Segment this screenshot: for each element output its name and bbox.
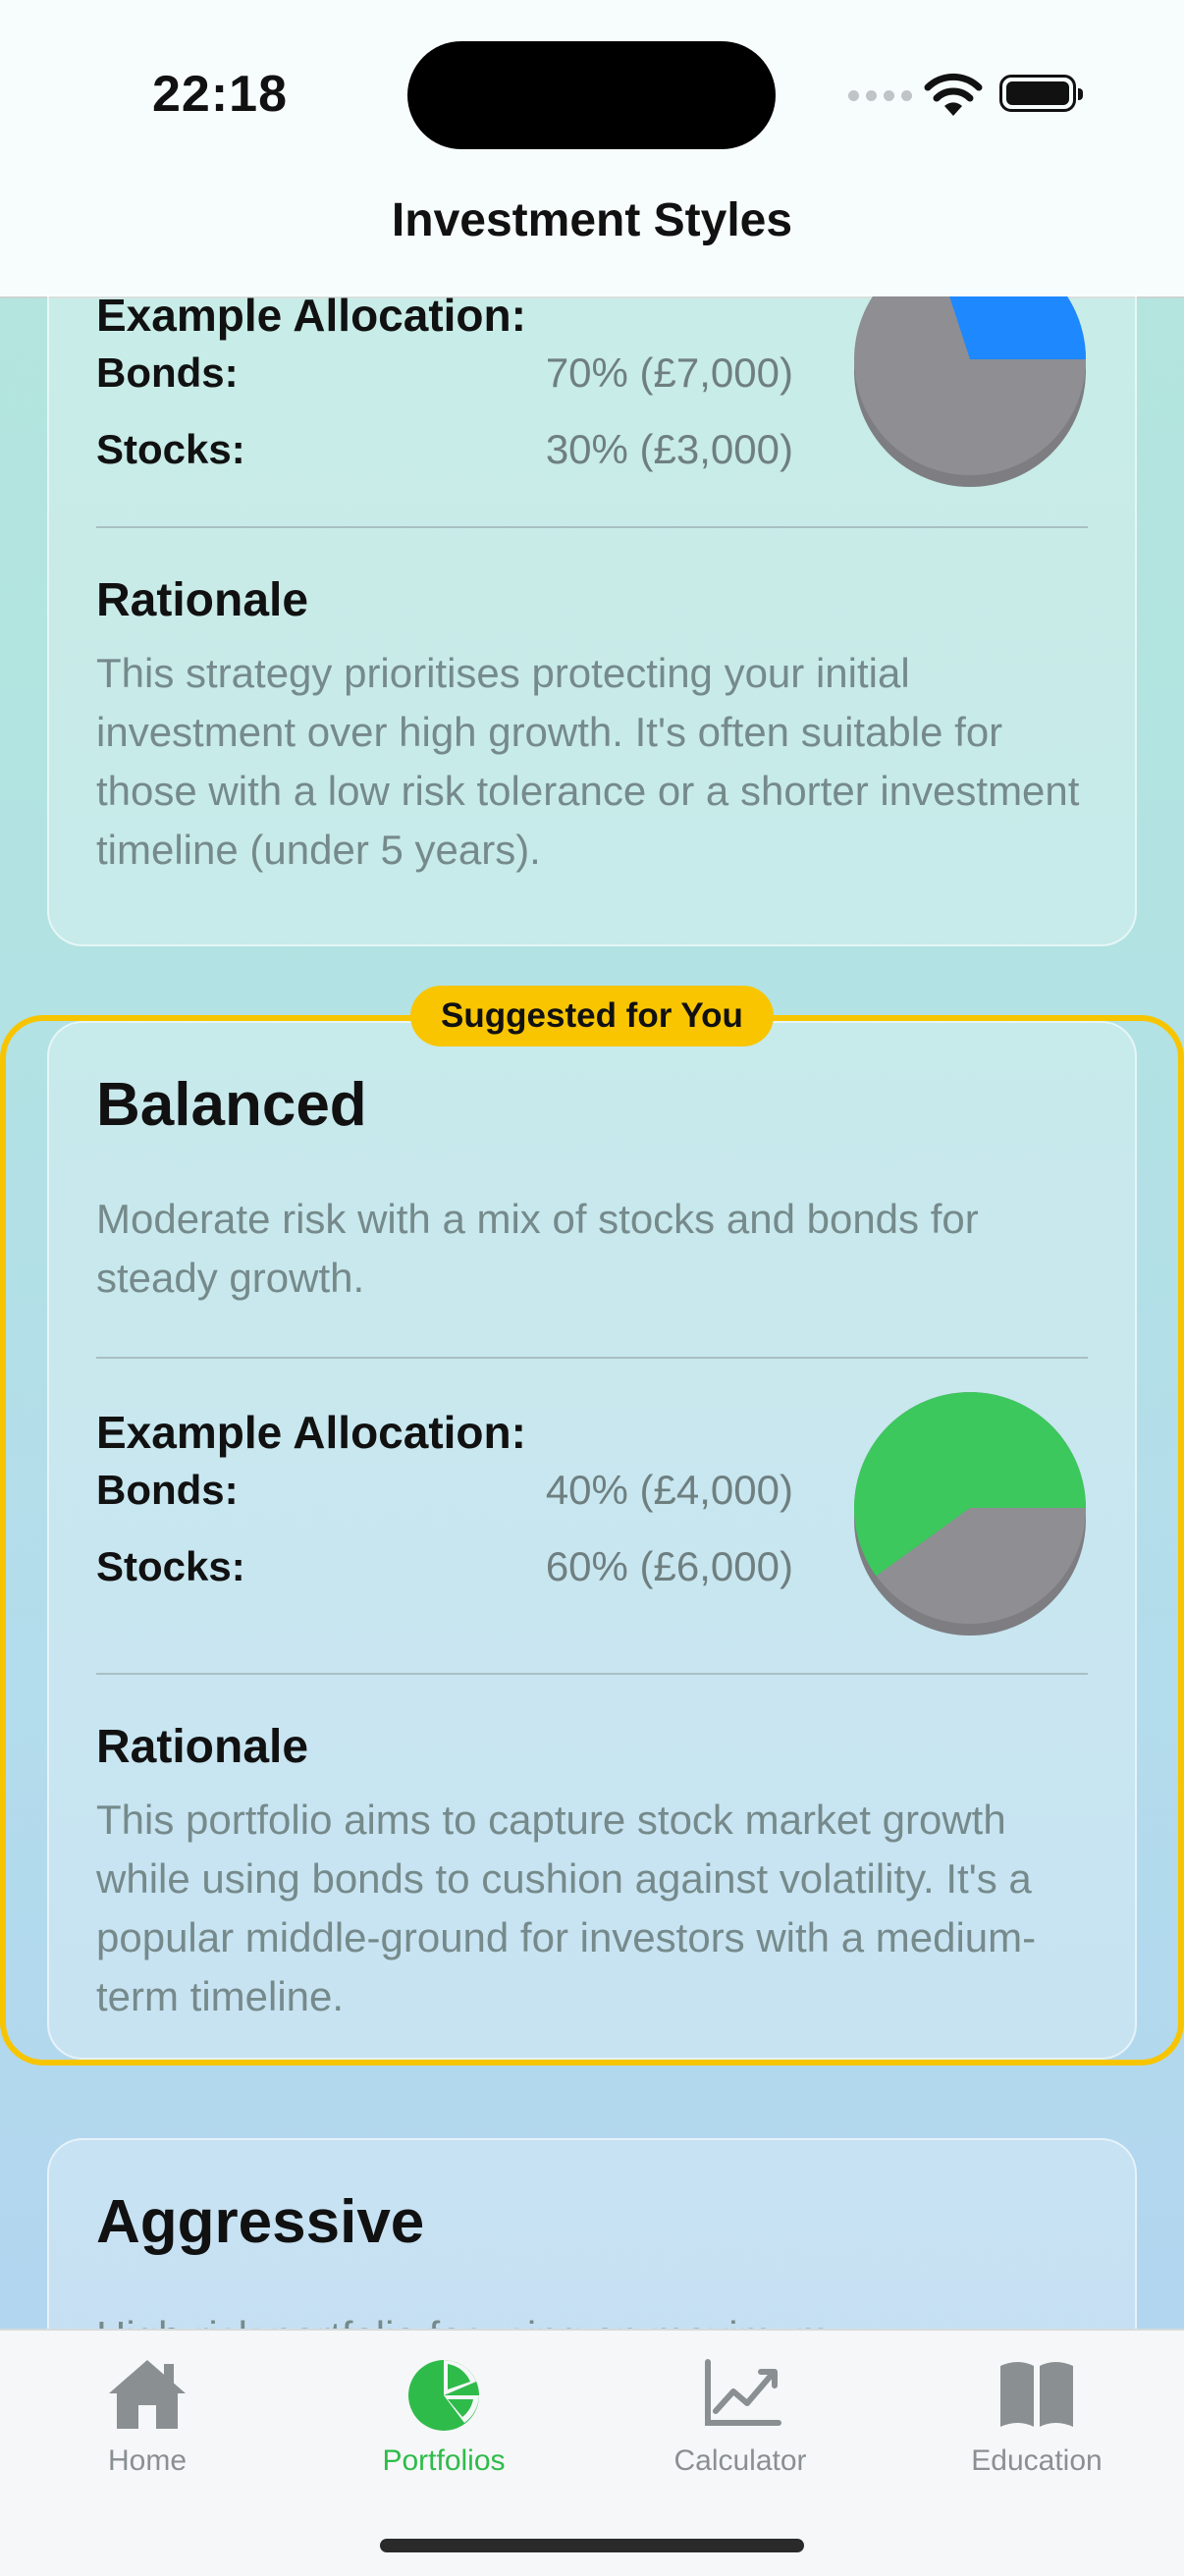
navigation-header: Investment Styles — [0, 187, 1184, 298]
bonds-value: 70% (£7,000) — [545, 349, 793, 396]
book-icon — [1000, 2362, 1073, 2427]
tab-label: Portfolios — [382, 2444, 506, 2477]
cellular-signal-icon — [848, 90, 912, 101]
bonds-label: Bonds: — [96, 349, 239, 396]
content-scroll-view[interactable]: Example Allocation: Bonds: 70% (£7,000) … — [0, 296, 1184, 2329]
tab-home[interactable]: Home — [0, 2354, 295, 2492]
style-title: Balanced — [96, 1071, 367, 1139]
aggressive-style-card[interactable]: Aggressive High-risk portfolio focusing … — [47, 2138, 1137, 2329]
stocks-label: Stocks: — [96, 1543, 245, 1589]
battery-icon — [999, 75, 1083, 112]
tab-label: Calculator — [673, 2444, 807, 2477]
bonds-value: 40% (£4,000) — [545, 1467, 793, 1513]
rationale-heading: Rationale — [96, 574, 309, 626]
section-divider — [96, 1673, 1088, 1675]
status-bar: 22:18 — [0, 0, 1184, 187]
style-title: Aggressive — [96, 2188, 425, 2256]
style-description: High-risk portfolio focusing on maximum — [96, 2307, 1088, 2329]
tab-calculator[interactable]: Calculator — [593, 2354, 888, 2492]
allocation-heading: Example Allocation: — [96, 1407, 526, 1458]
tab-education[interactable]: Education — [889, 2354, 1184, 2492]
tab-label: Home — [107, 2444, 188, 2477]
rationale-heading: Rationale — [96, 1721, 309, 1773]
house-icon — [109, 2360, 186, 2429]
stocks-value: 60% (£6,000) — [545, 1543, 793, 1589]
status-time: 22:18 — [152, 66, 288, 123]
allocation-pie-chart — [854, 1392, 1086, 1636]
style-description: Moderate risk with a mix of stocks and b… — [96, 1196, 979, 1301]
page-title: Investment Styles — [391, 193, 793, 246]
dynamic-island — [407, 41, 776, 149]
allocation-pie-chart — [854, 296, 1086, 487]
conservative-style-card[interactable]: Example Allocation: Bonds: 70% (£7,000) … — [47, 296, 1137, 946]
balanced-style-card[interactable]: Balanced Moderate risk with a mix of sto… — [47, 1021, 1137, 2060]
section-divider — [96, 526, 1088, 528]
section-divider — [96, 1357, 1088, 1359]
rationale-text: This strategy prioritises protecting you… — [96, 650, 1080, 873]
pie-chart-icon — [408, 2360, 479, 2431]
suggested-badge: Suggested for You — [410, 986, 774, 1046]
stocks-label: Stocks: — [96, 426, 245, 472]
bonds-label: Bonds: — [96, 1467, 239, 1513]
chart-line-icon — [705, 2359, 781, 2426]
tab-label: Education — [971, 2444, 1103, 2477]
rationale-text: This portfolio aims to capture stock mar… — [96, 1797, 1037, 2019]
stocks-value: 30% (£3,000) — [545, 426, 793, 472]
wifi-icon — [924, 73, 983, 116]
tab-portfolios[interactable]: Portfolios — [296, 2354, 591, 2492]
home-indicator — [380, 2539, 804, 2552]
allocation-heading: Example Allocation: — [96, 296, 526, 341]
